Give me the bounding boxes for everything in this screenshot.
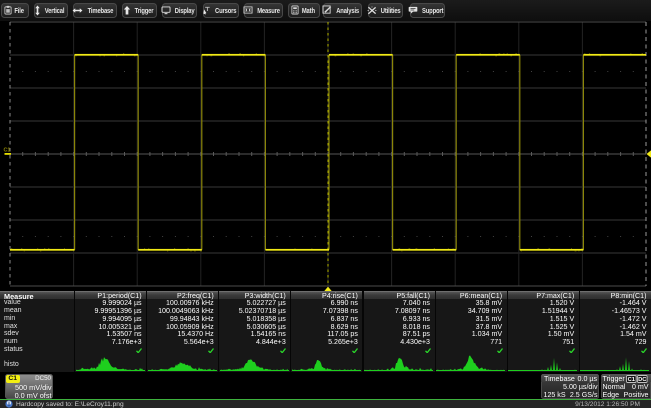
svg-text:C1: C1 (4, 148, 11, 154)
svg-text:C1: C1 (628, 377, 636, 383)
svg-text:DC: DC (638, 377, 647, 383)
